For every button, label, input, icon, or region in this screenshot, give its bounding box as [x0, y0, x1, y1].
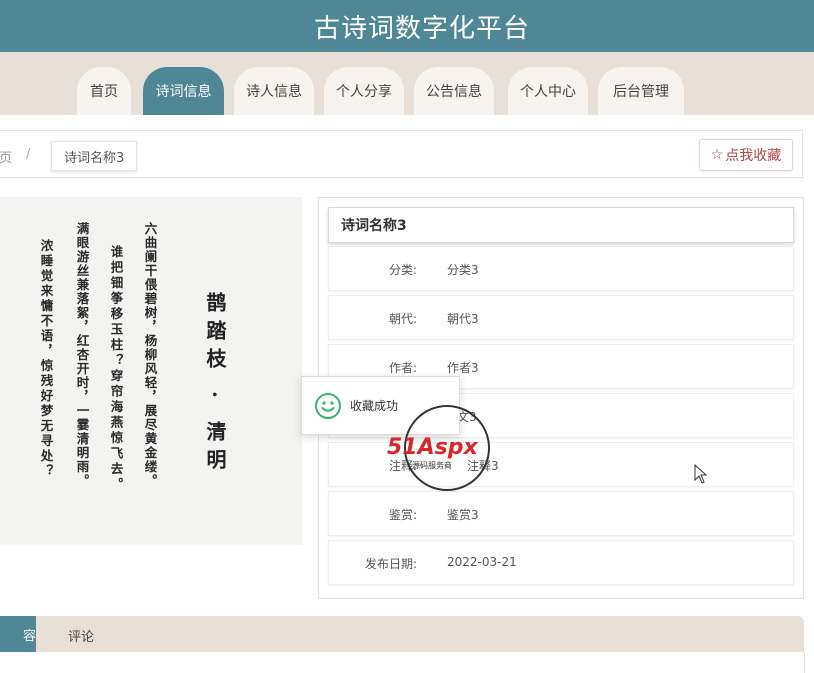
star-icon: ☆: [710, 147, 724, 163]
nav-poems[interactable]: 诗词信息: [143, 67, 224, 115]
watermark-logo: 51Aspx 源码服务商: [384, 402, 514, 494]
detail-value: 朝代3: [447, 312, 479, 326]
watermark-brand: 51Aspx: [387, 435, 478, 460]
nav-admin[interactable]: 后台管理: [598, 67, 684, 115]
content-tabs: 容 评论: [0, 616, 804, 652]
smile-icon: [315, 392, 341, 419]
poem-line-1: 六曲阑干偎碧树，杨柳风轻，展尽黄金缕。: [143, 221, 158, 488]
detail-row-dynasty: 朝代: 朝代3: [328, 295, 794, 340]
favorite-button[interactable]: ☆ 点我收藏: [699, 139, 793, 171]
breadcrumb-current: 诗词名称3: [51, 141, 138, 171]
nav-poets[interactable]: 诗人信息: [234, 67, 314, 115]
detail-label: 朝代:: [388, 312, 417, 326]
watermark-sub: 源码服务商: [412, 460, 452, 470]
detail-label: 发布日期:: [364, 557, 417, 571]
detail-value: 作者3: [447, 361, 479, 375]
breadcrumb-previous[interactable]: 页: [0, 147, 12, 166]
watermark-svg: 51Aspx 源码服务商: [387, 405, 490, 491]
poem-line-4: 浓睡觉来慵不语，惊残好梦无寻处？: [39, 238, 54, 479]
detail-row-publish-date: 发布日期: 2022-03-21: [328, 540, 794, 585]
breadcrumb: 页 / 诗词名称3 ☆ 点我收藏: [0, 130, 803, 178]
detail-row-appreciation: 鉴赏: 鉴赏3: [328, 491, 794, 536]
main-nav: 首页 诗词信息 诗人信息 个人分享 公告信息 个人中心 后台管理: [0, 52, 814, 115]
favorite-button-label: 点我收藏: [725, 148, 782, 164]
detail-label: 鉴赏:: [388, 508, 417, 522]
detail-title: 诗词名称3: [328, 207, 794, 243]
detail-value: 2022-03-21: [447, 555, 517, 569]
poem-calligraphy-image: 鹊踏枝 · 清明 六曲阑干偎碧树，杨柳风轻，展尽黄金缕。 谁把钿筝移玉柱？穿帘海…: [0, 197, 302, 545]
detail-value: 分类3: [447, 263, 479, 277]
tab-content[interactable]: 容: [0, 616, 36, 652]
detail-row-category: 分类: 分类3: [328, 246, 794, 291]
breadcrumb-separator: /: [26, 147, 31, 162]
nav-home[interactable]: 首页: [77, 67, 131, 115]
mouse-cursor-icon: [694, 464, 708, 484]
header-bar: 古诗词数字化平台: [0, 0, 814, 52]
detail-value: 鉴赏3: [447, 508, 479, 522]
poem-image-title: 鹊踏枝 · 清明: [203, 291, 227, 477]
calligraphy-svg: 鹊踏枝 · 清明 六曲阑干偎碧树，杨柳风轻，展尽黄金缕。 谁把钿筝移玉柱？穿帘海…: [39, 221, 228, 493]
nav-user-center[interactable]: 个人中心: [508, 67, 588, 115]
detail-label: 分类:: [388, 263, 417, 277]
nav-share[interactable]: 个人分享: [324, 67, 404, 115]
site-title: 古诗词数字化平台: [313, 13, 530, 44]
detail-label: 作者:: [388, 361, 417, 375]
tab-comments[interactable]: 评论: [68, 626, 94, 645]
nav-notices[interactable]: 公告信息: [414, 67, 494, 115]
tab-content-area: [0, 652, 805, 673]
poem-line-2: 谁把钿筝移玉柱？穿帘海燕惊飞去。: [109, 244, 124, 493]
poem-line-3: 满眼游丝兼落絮，红杏开时，一霎清明雨。: [75, 221, 90, 488]
